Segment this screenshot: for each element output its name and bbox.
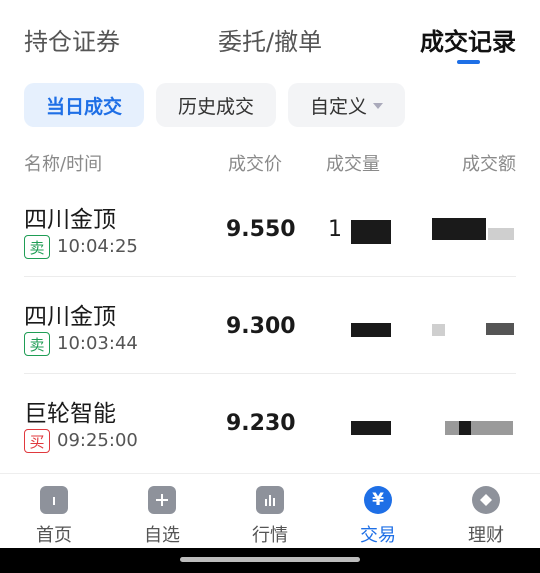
redacted-qty	[351, 421, 391, 435]
filter-history[interactable]: 历史成交	[156, 83, 276, 127]
active-tab-indicator	[457, 60, 480, 64]
filter-today-label: 当日成交	[45, 95, 122, 118]
nav-watchlist[interactable]: 自选	[108, 474, 216, 549]
redacted-amount-block	[459, 421, 471, 435]
header-qty: 成交量	[326, 154, 380, 175]
nav-watchlist-label: 自选	[144, 525, 180, 546]
side-badge: 买	[24, 429, 50, 453]
tab-trade-records[interactable]: 成交记录	[420, 22, 516, 57]
yen-icon: ¥	[364, 486, 392, 514]
nav-wealth-label: 理财	[468, 525, 504, 546]
trade-qty: 1	[328, 217, 342, 242]
header-price: 成交价	[228, 154, 282, 175]
stock-name: 四川金顶	[24, 207, 116, 233]
side-badge: 卖	[24, 235, 50, 259]
tab-orders-cancel[interactable]: 委托/撤单	[218, 22, 322, 57]
redacted-amount	[432, 218, 486, 240]
home-icon	[40, 486, 68, 514]
nav-home[interactable]: 首页	[0, 474, 108, 549]
trade-time: 10:03:44	[57, 333, 138, 354]
tab-holdings[interactable]: 持仓证券	[24, 22, 120, 57]
trade-price: 9.230	[226, 411, 296, 436]
table-row[interactable]: 四川金顶 卖 10:03:44 9.300	[0, 277, 540, 374]
diamond-icon	[472, 486, 500, 514]
filter-custom[interactable]: 自定义	[288, 83, 405, 127]
table-header: 名称/时间 成交价 成交量 成交额	[0, 150, 540, 175]
top-tabs: 持仓证券 委托/撤单 成交记录	[0, 0, 540, 70]
nav-trade-label: 交易	[360, 525, 396, 546]
nav-home-label: 首页	[36, 525, 72, 546]
bottom-nav: 首页 自选 行情 ¥ 交易 理财	[0, 473, 540, 548]
stock-name: 四川金顶	[24, 304, 116, 330]
trade-time: 09:25:00	[57, 430, 138, 451]
dropdown-caret-icon	[373, 103, 383, 109]
nav-wealth[interactable]: 理财	[432, 474, 540, 549]
trade-price: 9.550	[226, 217, 296, 242]
redacted-amount-tail	[488, 228, 514, 240]
nav-trade[interactable]: ¥ 交易	[324, 474, 432, 549]
trade-price: 9.300	[226, 314, 296, 339]
redacted-qty	[351, 220, 391, 244]
redacted-amount-tail	[486, 323, 514, 335]
filter-custom-label: 自定义	[309, 95, 367, 118]
filter-history-label: 历史成交	[177, 95, 254, 118]
table-row[interactable]: 四川金顶 卖 10:04:25 9.550 1	[0, 180, 540, 277]
side-badge: 卖	[24, 332, 50, 356]
header-name-time: 名称/时间	[24, 154, 103, 175]
home-gesture-pill[interactable]	[180, 557, 360, 562]
redacted-amount	[432, 324, 445, 336]
filter-today[interactable]: 当日成交	[24, 83, 144, 127]
stock-name: 巨轮智能	[24, 401, 116, 427]
plus-icon	[148, 486, 176, 514]
chart-icon	[256, 486, 284, 514]
redacted-amount	[445, 421, 513, 435]
header-amount: 成交额	[462, 154, 516, 175]
system-nav-bar	[0, 548, 540, 573]
nav-market-label: 行情	[252, 525, 288, 546]
redacted-qty	[351, 323, 391, 337]
trade-time: 10:04:25	[57, 236, 138, 257]
nav-market[interactable]: 行情	[216, 474, 324, 549]
table-row[interactable]: 巨轮智能 买 09:25:00 9.230	[0, 374, 540, 471]
